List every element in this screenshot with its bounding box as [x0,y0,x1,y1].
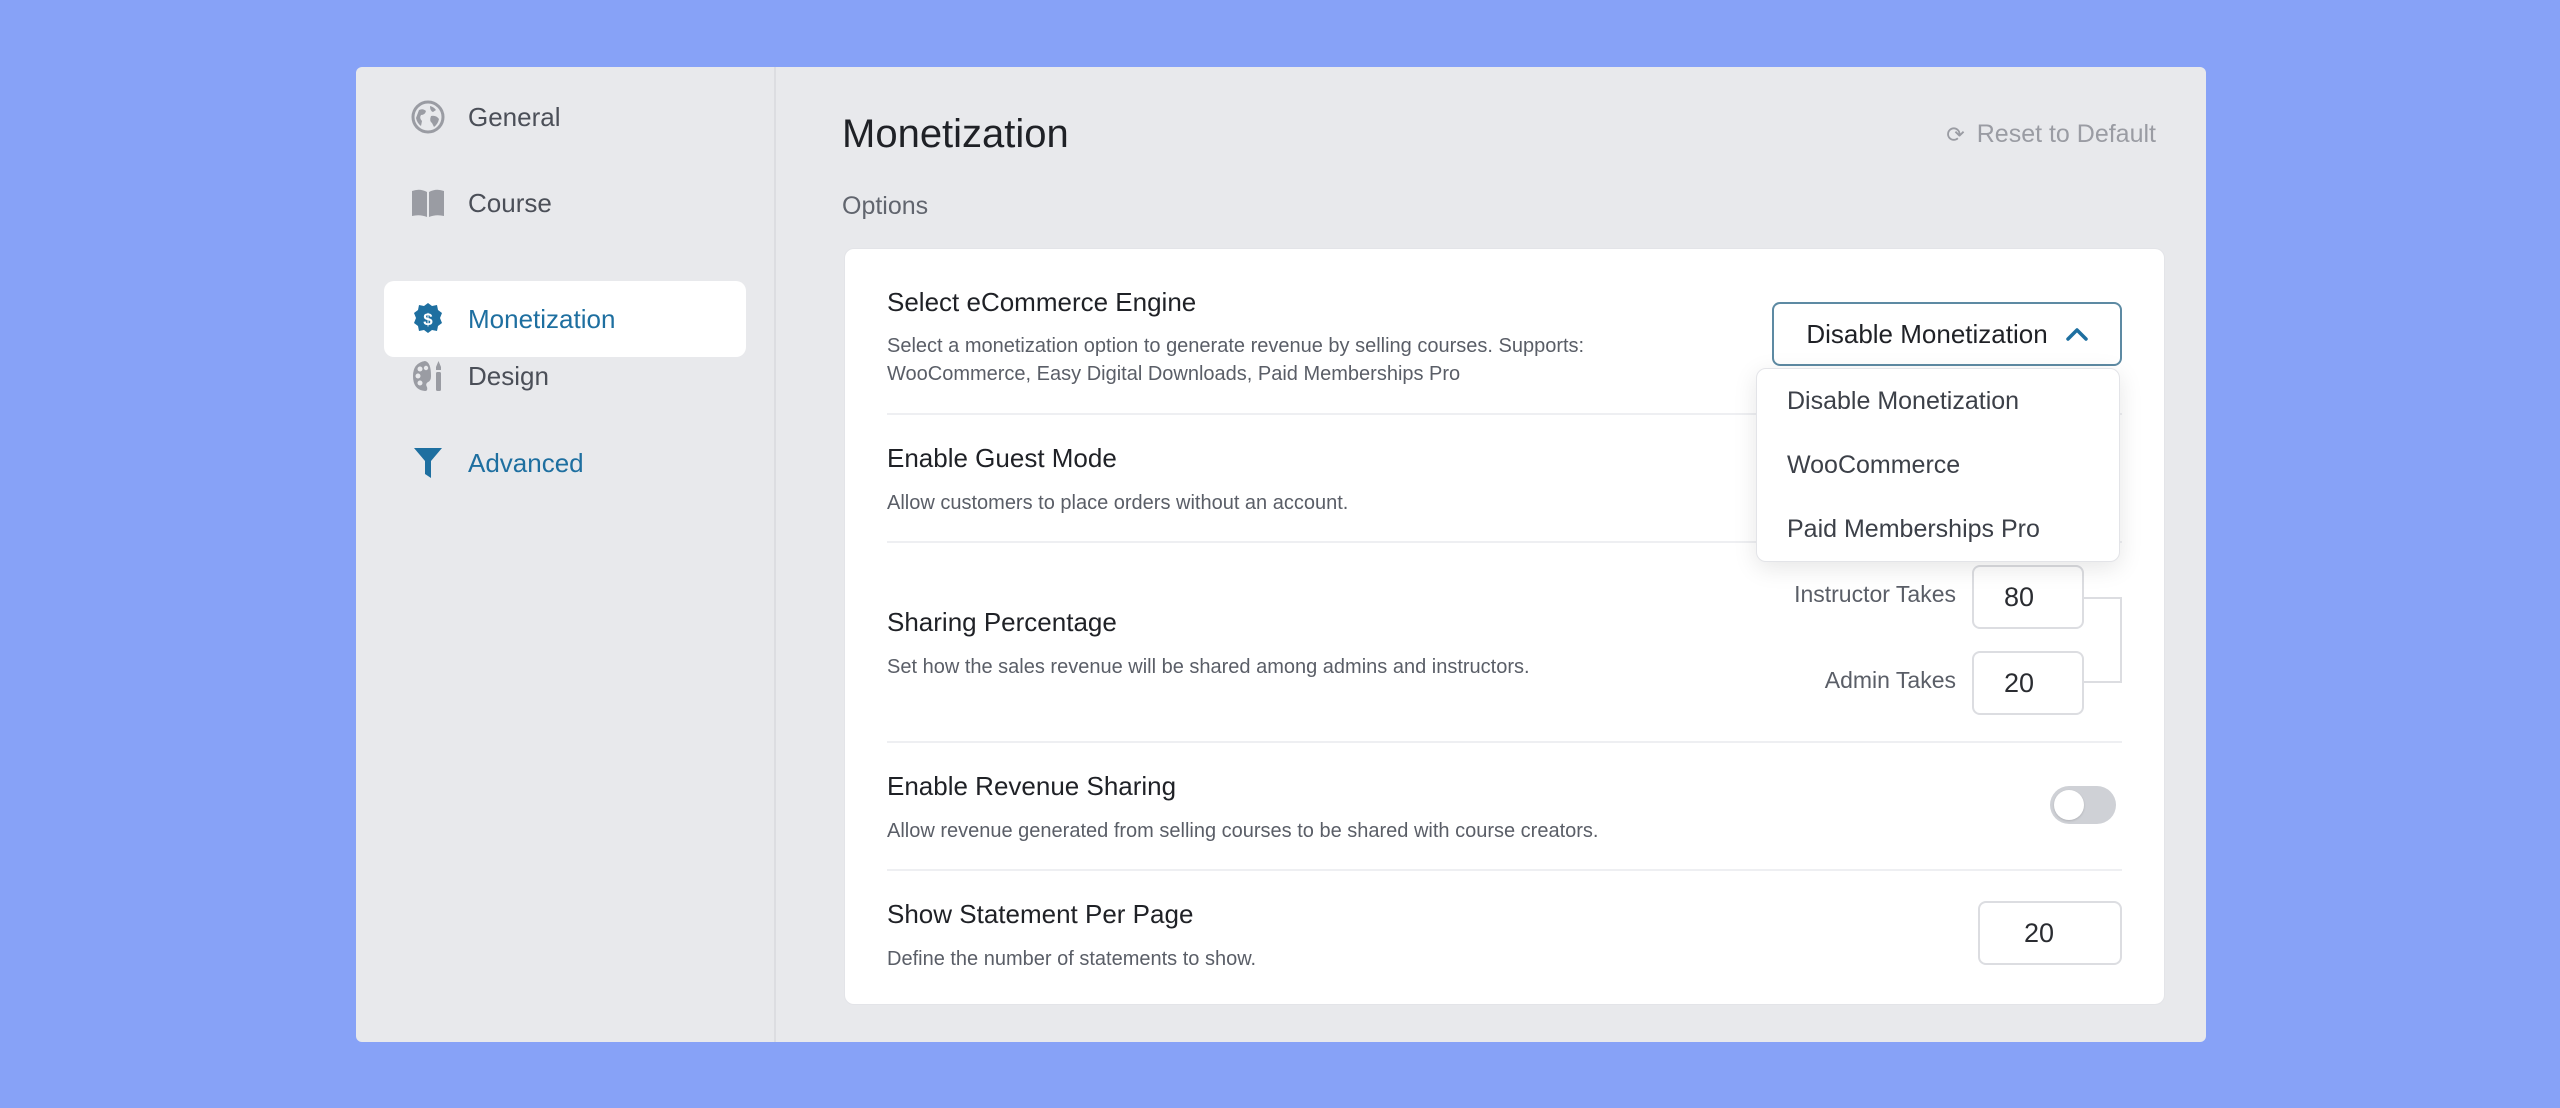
sidebar-item-label: Advanced [468,447,584,478]
sidebar-item-advanced[interactable]: Advanced [384,425,746,501]
setting-row-revenue-sharing: Enable Revenue Sharing Allow revenue gen… [887,743,2122,871]
sidebar-item-design[interactable]: Design [384,338,746,414]
sidebar-item-label: Course [468,187,552,218]
sidebar-item-label: Monetization [468,303,616,334]
setting-description: Set how the sales revenue will be shared… [887,656,1530,678]
link-bracket [2084,597,2122,683]
ecommerce-engine-dropdown: Disable Monetization WooCommerce Paid Me… [1756,368,2120,562]
sidebar-item-course[interactable]: Course [384,165,746,241]
refresh-icon: ⟳ [1946,121,1965,147]
dropdown-option[interactable]: Disable Monetization [1787,387,2019,416]
setting-description: Allow customers to place orders without … [887,492,1349,514]
setting-description: Define the number of statements to show. [887,948,1257,970]
palette-icon [410,358,446,394]
revenue-sharing-toggle[interactable] [2050,786,2116,824]
admin-takes-input[interactable]: 20 [1972,651,2084,715]
chevron-up-icon [2065,327,2088,341]
sidebar: General Course $ Monetization Design Adv… [356,67,776,1042]
dropdown-option[interactable]: WooCommerce [1787,451,1960,480]
sidebar-item-general[interactable]: General [384,79,746,155]
setting-row-sharing-percentage: Sharing Percentage Set how the sales rev… [887,543,2122,743]
page-title: Monetization [842,112,1069,156]
setting-title: Enable Revenue Sharing [887,771,1177,801]
setting-description: Select a monetization option to generate… [887,335,1585,385]
instructor-takes-input[interactable]: 80 [1972,565,2084,629]
setting-title: Select eCommerce Engine [887,287,1197,317]
setting-description: Allow revenue generated from selling cou… [887,820,1599,842]
reset-to-default-button[interactable]: ⟳ Reset to Default [1946,120,2156,149]
setting-title: Show Statement Per Page [887,899,1194,929]
book-icon [410,185,446,221]
setting-title: Sharing Percentage [887,607,1117,637]
dropdown-option[interactable]: Paid Memberships Pro [1787,515,2040,544]
setting-row-statements: Show Statement Per Page Define the numbe… [887,871,2122,1005]
dollar-badge-icon: $ [410,301,446,337]
reset-label: Reset to Default [1976,120,2156,148]
admin-takes-label: Admin Takes [1824,667,1956,693]
sidebar-item-label: Design [468,360,549,391]
selected-value: Disable Monetization [1806,318,2048,349]
section-label: Options [842,192,929,220]
instructor-takes-label: Instructor Takes [1794,581,1956,607]
ecommerce-engine-select[interactable]: Disable Monetization [1772,302,2122,366]
toggle-knob [2054,790,2084,820]
sidebar-item-label: General [468,101,561,132]
setting-title: Enable Guest Mode [887,443,1117,473]
globe-icon [410,99,446,135]
svg-text:$: $ [423,310,433,329]
filter-icon [410,445,446,481]
options-card: Select eCommerce Engine Select a monetiz… [844,248,2165,1005]
statements-per-page-input[interactable]: 20 [1978,901,2122,965]
